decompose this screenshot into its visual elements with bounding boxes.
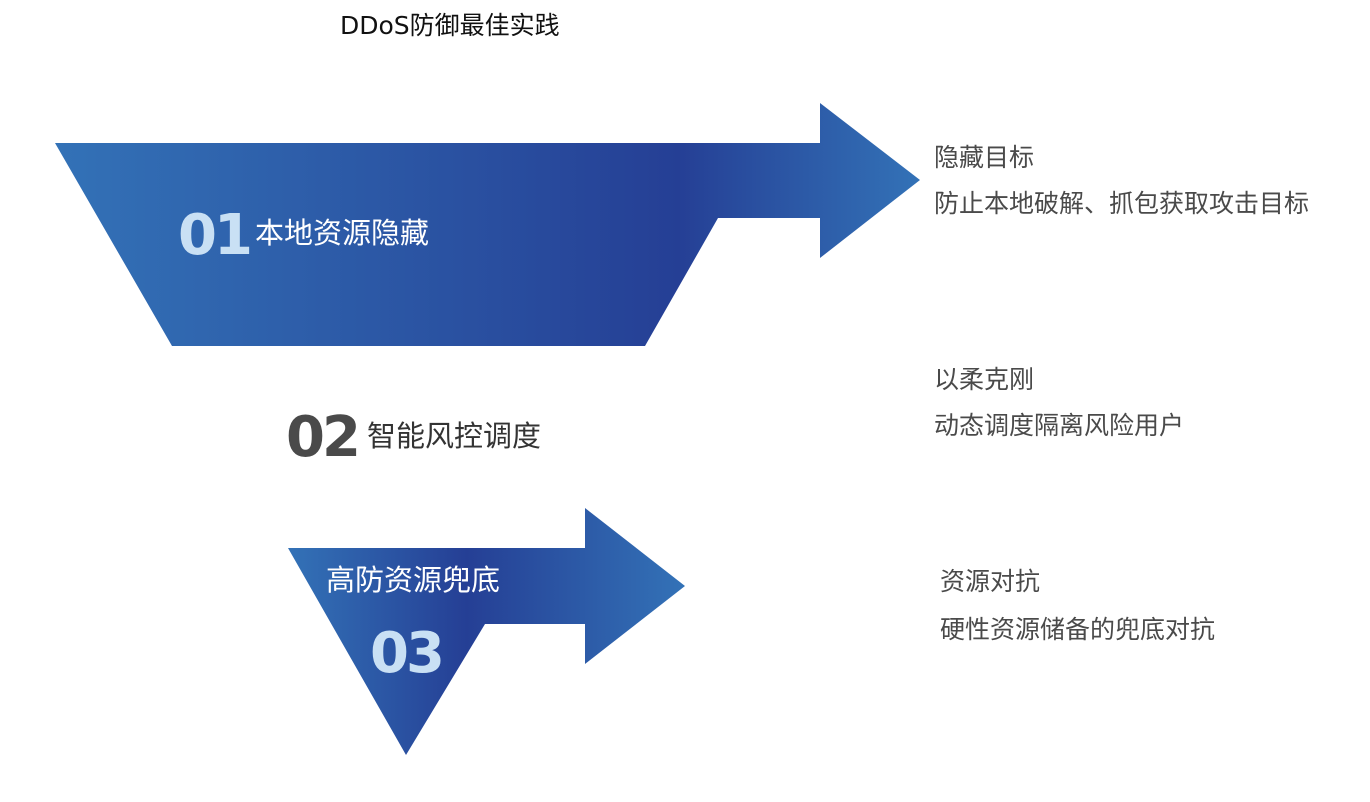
step-2-number: 02 (286, 405, 361, 470)
step-1-label: 本地资源隐藏 (255, 216, 430, 250)
step-3-desc-text: 硬性资源储备的兜底对抗 (940, 615, 1216, 644)
step-1-desc-title: 隐藏目标 (934, 143, 1035, 172)
step-1-number: 01 (178, 203, 253, 268)
step-3-label: 高防资源兜底 (326, 563, 501, 597)
step-2-desc-title: 以柔克刚 (934, 365, 1035, 394)
diagram-shapes (55, 103, 920, 755)
step-2-desc-text: 动态调度隔离风险用户 (934, 411, 1185, 440)
step-3-number: 03 (370, 621, 445, 686)
step-2-label: 智能风控调度 (367, 419, 542, 453)
step-1-desc-text: 防止本地破解、抓包获取攻击目标 (934, 189, 1310, 218)
step-3-funnel-arrow (288, 508, 685, 755)
step-3-desc-title: 资源对抗 (940, 567, 1041, 596)
